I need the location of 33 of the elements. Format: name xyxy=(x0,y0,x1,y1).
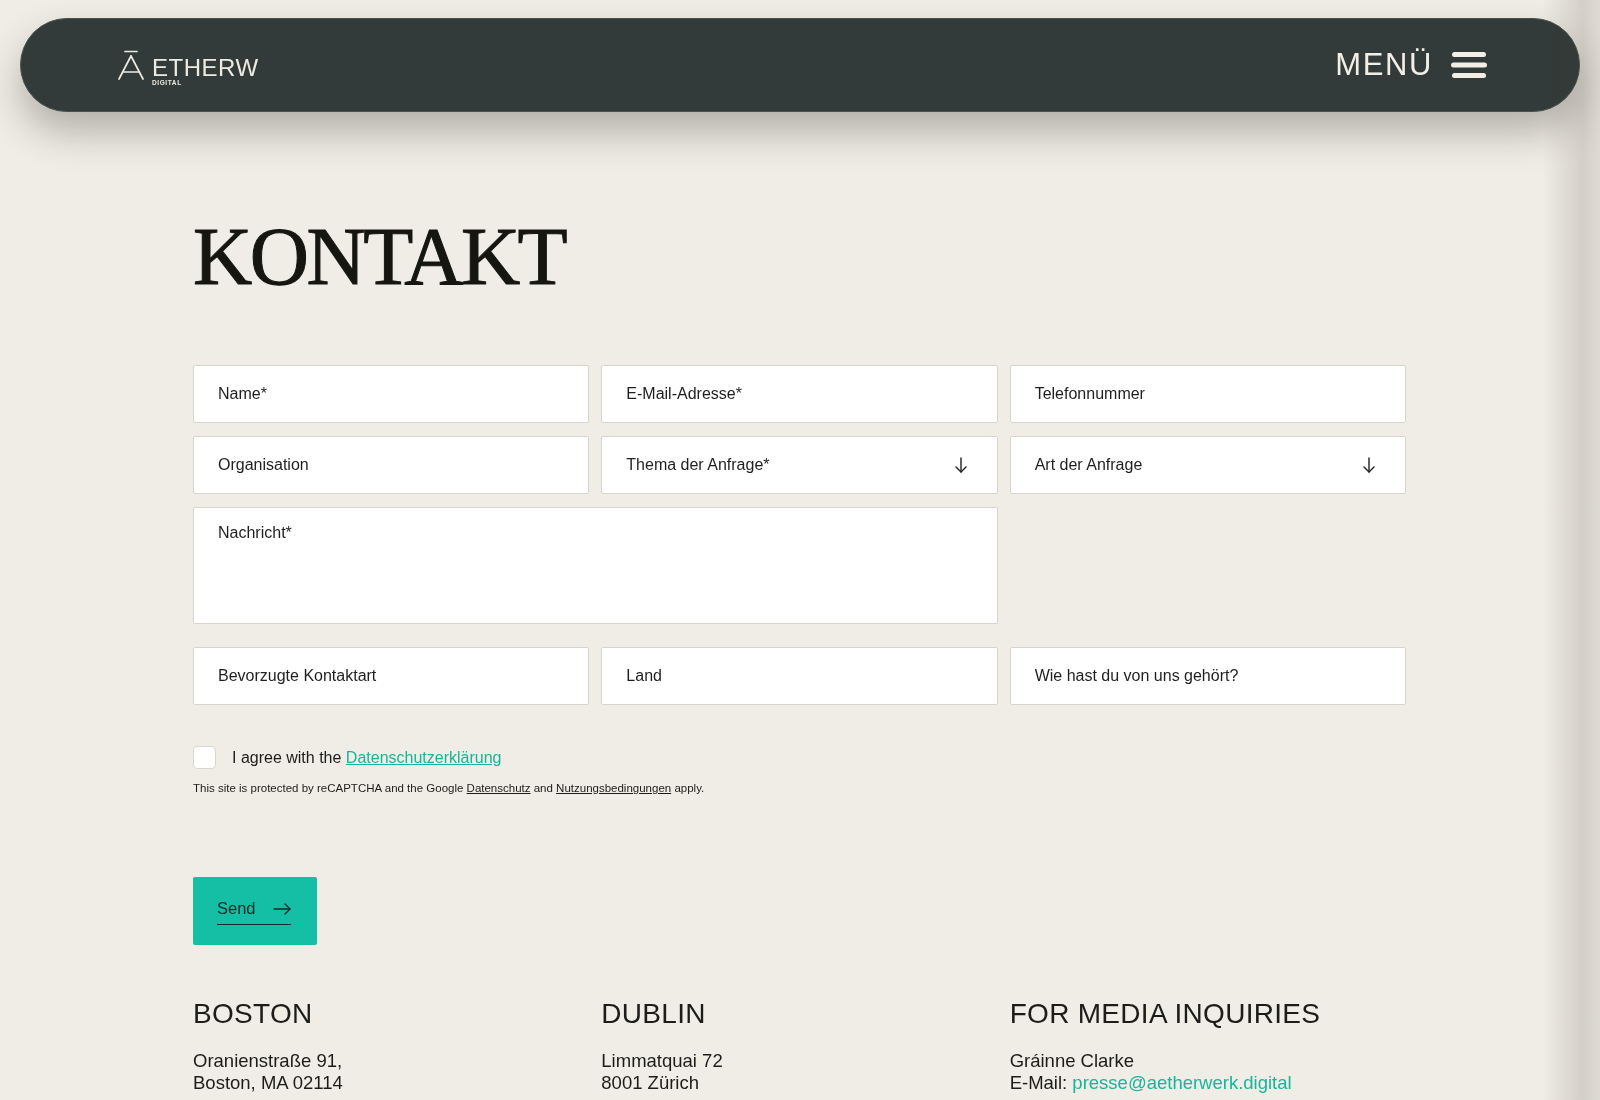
office-heading: DUBLIN xyxy=(601,998,707,1030)
message-field[interactable]: Nachricht* xyxy=(193,507,998,624)
logo-icon xyxy=(117,50,145,80)
text-field[interactable]: Land xyxy=(601,647,998,705)
contact-line: Boston, MA 02114 xyxy=(193,1072,344,1094)
notice-link[interactable]: Nutzungsbedingungen xyxy=(556,782,672,794)
text-field[interactable]: Bevorzugte Kontaktart xyxy=(193,647,590,705)
page-title: KONTAKT xyxy=(193,216,566,298)
notice-link[interactable]: Datenschutz xyxy=(466,782,531,794)
menu-button[interactable]: MENÜ xyxy=(1335,47,1487,83)
contact-line: Limmatquai 72 xyxy=(601,1050,724,1072)
text-field[interactable]: Organisation xyxy=(193,436,590,494)
office-heading: FOR MEDIA INQUIRIES xyxy=(1009,998,1322,1030)
contact-line: 8001 Zürich xyxy=(601,1072,701,1094)
dropdown-field[interactable]: Thema der Anfrage* xyxy=(601,436,998,494)
recaptcha-notice: This site is protected by reCAPTCHA and the Google Datenschutz and Nutzungsbedingungen apply. xyxy=(193,781,706,796)
text-field[interactable]: Wie hast du von uns gehört? xyxy=(1009,647,1406,705)
text-field[interactable]: Name* xyxy=(193,365,590,423)
menu-icon xyxy=(1451,52,1487,78)
text-field[interactable]: Telefonnummer xyxy=(1009,365,1406,423)
right-arrow-icon xyxy=(272,902,291,915)
text-field[interactable]: E-Mail-Adresse* xyxy=(601,365,998,423)
office-heading: BOSTON xyxy=(193,998,314,1030)
send-button[interactable]: Send xyxy=(193,877,317,945)
contact-line: Gráinne Clarke xyxy=(1009,1050,1136,1072)
down-arrow-icon xyxy=(1363,457,1375,473)
contact-line: Oranienstraße 91, xyxy=(193,1050,344,1072)
consent-label: I agree with the Datenschutzerklärung xyxy=(232,747,502,768)
logo-wordmark: ETHERW xyxy=(152,58,259,78)
contact-line: E-Mail: presse@aetherwerk.digital xyxy=(1009,1072,1293,1094)
consent-checkbox[interactable] xyxy=(193,746,216,769)
down-arrow-icon xyxy=(954,457,967,473)
dropdown-field[interactable]: Art der Anfrage xyxy=(1009,436,1406,494)
